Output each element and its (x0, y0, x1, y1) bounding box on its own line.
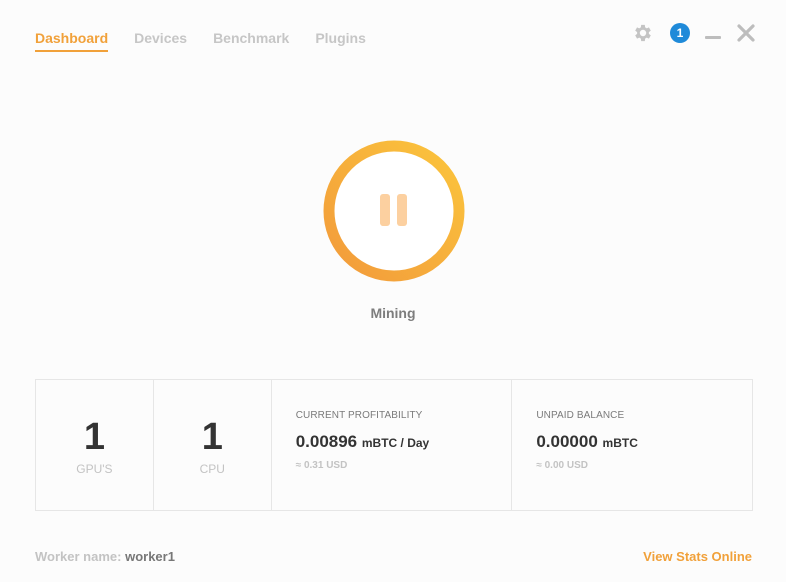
window-controls: 1 (632, 22, 756, 44)
profitability-cell: CURRENT PROFITABILITY 0.00896 mBTC / Day… (272, 380, 513, 510)
main-tabs: Dashboard Devices Benchmark Plugins (35, 30, 392, 52)
mining-status-label: Mining (370, 305, 416, 321)
worker-name: Worker name: worker1 (35, 549, 175, 564)
balance-unit: mBTC (602, 436, 638, 450)
gpu-count: 1 (83, 416, 105, 458)
balance-value-row: 0.00000 mBTC (536, 432, 638, 452)
profitability-value-row: 0.00896 mBTC / Day (296, 432, 430, 452)
tab-benchmark[interactable]: Benchmark (213, 30, 289, 52)
tab-plugins[interactable]: Plugins (315, 30, 366, 52)
mining-ring (323, 140, 465, 282)
balance-title: UNPAID BALANCE (536, 410, 625, 421)
gpu-count-cell: 1 GPU'S (36, 380, 154, 510)
gpu-label: GPU'S (76, 462, 113, 476)
minimize-icon[interactable] (704, 24, 722, 42)
tab-devices[interactable]: Devices (134, 30, 187, 52)
worker-name-label: Worker name: (35, 549, 122, 564)
profitability-fiat: ≈ 0.31 USD (295, 460, 348, 471)
cpu-label: CPU (199, 462, 225, 476)
profitability-title: CURRENT PROFITABILITY (295, 410, 423, 421)
balance-fiat: ≈ 0.00 USD (536, 460, 588, 471)
gear-icon[interactable] (632, 22, 654, 44)
worker-name-value: worker1 (125, 549, 175, 564)
cpu-count: 1 (201, 416, 223, 458)
view-stats-online-link[interactable]: View Stats Online (643, 549, 752, 564)
stats-panel: 1 GPU'S 1 CPU CURRENT PROFITABILITY 0.00… (35, 379, 753, 511)
tab-dashboard[interactable]: Dashboard (35, 30, 109, 52)
profitability-value: 0.00896 (295, 432, 358, 451)
balance-value: 0.00000 (536, 432, 598, 451)
cpu-count-cell: 1 CPU (154, 380, 272, 510)
close-icon[interactable] (736, 23, 756, 43)
notification-badge[interactable]: 1 (670, 23, 690, 43)
balance-cell: UNPAID BALANCE 0.00000 mBTC ≈ 0.00 USD (512, 380, 752, 510)
profitability-unit: mBTC / Day (361, 436, 430, 450)
mining-toggle-button[interactable] (323, 140, 465, 282)
